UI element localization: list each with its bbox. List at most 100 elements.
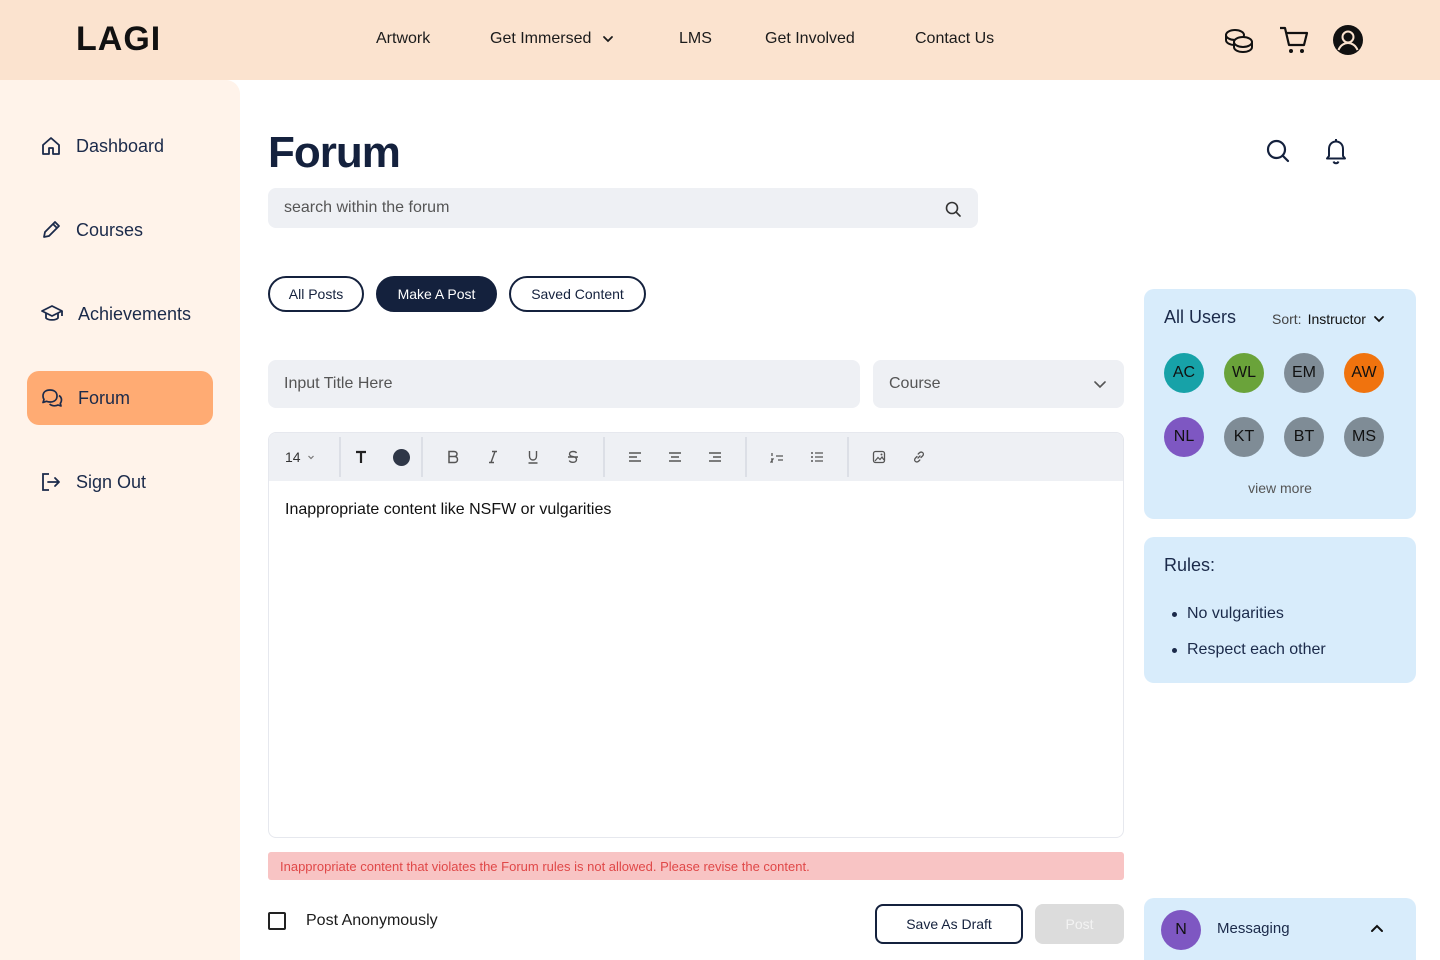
- avatar[interactable]: NL: [1164, 417, 1204, 457]
- forum-search-input[interactable]: [268, 188, 978, 228]
- post-button[interactable]: Post: [1035, 904, 1124, 944]
- pencil-icon: [43, 221, 60, 238]
- nav-get-involved[interactable]: Get Involved: [765, 30, 855, 48]
- course-select-value: Course: [889, 375, 941, 392]
- view-more-link[interactable]: view more: [1144, 480, 1416, 496]
- sidebar-item-label: Dashboard: [76, 135, 165, 156]
- bullet-list-icon: [811, 452, 823, 462]
- avatar: N: [1161, 910, 1201, 950]
- sidebar-item-achievements[interactable]: Achievements: [27, 287, 213, 341]
- avatar[interactable]: EM: [1284, 353, 1324, 393]
- bold-button[interactable]: [433, 433, 473, 481]
- all-users-title: All Users: [1164, 307, 1237, 327]
- search-icon[interactable]: [942, 198, 964, 220]
- align-right-icon: [709, 452, 721, 462]
- avatar[interactable]: MS: [1344, 417, 1384, 457]
- rules-title: Rules:: [1164, 555, 1216, 575]
- avatar[interactable]: AC: [1164, 353, 1204, 393]
- sidebar-item-label: Courses: [76, 219, 144, 240]
- chevron-down-icon: [1094, 381, 1106, 389]
- text-color-button[interactable]: [381, 433, 421, 481]
- avatar[interactable]: AW: [1344, 353, 1384, 393]
- italic-icon: [489, 450, 497, 464]
- underline-button[interactable]: [513, 433, 553, 481]
- avatar[interactable]: BT: [1284, 417, 1324, 457]
- editor-content[interactable]: Inappropriate content like NSFW or vulga…: [269, 481, 1123, 539]
- sidebar-item-forum[interactable]: Forum: [27, 371, 213, 425]
- align-right-button[interactable]: [695, 433, 735, 481]
- tab-make-a-post[interactable]: Make A Post: [376, 276, 497, 312]
- post-anonymously-checkbox[interactable]: [268, 912, 286, 930]
- sidebar-item-sign-out[interactable]: Sign Out: [27, 455, 213, 509]
- page-title: Forum: [268, 128, 401, 177]
- graduation-cap-icon: [41, 305, 63, 321]
- underline-icon: [528, 451, 538, 464]
- tab-all-posts[interactable]: All Posts: [268, 276, 364, 312]
- align-center-icon: [669, 452, 681, 462]
- insert-link-button[interactable]: [899, 433, 939, 481]
- nav-artwork-label: Artwork: [376, 30, 431, 47]
- align-center-button[interactable]: [655, 433, 695, 481]
- avatar[interactable]: WL: [1224, 353, 1264, 393]
- chat-icon: [42, 389, 63, 407]
- rule-item: No vulgarities: [1172, 605, 1284, 623]
- bullet-list-button[interactable]: [797, 433, 837, 481]
- messaging-label: Messaging: [1217, 920, 1290, 937]
- rule-text: No vulgarities: [1187, 605, 1284, 622]
- rules-panel: Rules: No vulgarities Respect each other: [1144, 537, 1416, 683]
- nav-get-immersed[interactable]: Get Immersed: [490, 30, 615, 48]
- link-icon: [913, 451, 925, 463]
- text-style-button[interactable]: [341, 433, 381, 481]
- all-users-panel: All Users Sort: Instructor AC WL EM AW NL KT B…: [1144, 289, 1416, 519]
- nav-get-immersed-label: Get Immersed: [490, 30, 592, 47]
- image-icon: [872, 450, 886, 464]
- ordered-list-icon: [770, 453, 783, 463]
- align-left-button[interactable]: [615, 433, 655, 481]
- italic-button[interactable]: [473, 433, 513, 481]
- top-header: LAGI Artwork Get Immersed LMS Get Involv…: [0, 0, 1440, 80]
- font-size-select[interactable]: 14: [285, 433, 339, 481]
- chevron-up-icon[interactable]: [1368, 920, 1386, 938]
- sidebar-item-label: Forum: [78, 387, 131, 408]
- post-title-input[interactable]: [268, 360, 860, 408]
- sidebar-item-label: Achievements: [78, 303, 192, 324]
- nav-contact-us[interactable]: Contact Us: [915, 30, 994, 48]
- ordered-list-button[interactable]: [757, 433, 797, 481]
- chevron-down-icon: [603, 36, 614, 43]
- toolbar-divider: [603, 437, 605, 477]
- tab-saved-content[interactable]: Saved Content: [509, 276, 646, 312]
- toolbar-divider: [745, 437, 747, 477]
- avatar[interactable]: KT: [1224, 417, 1264, 457]
- nav-artwork[interactable]: Artwork: [376, 30, 430, 48]
- sidebar: Dashboard Courses Achievements Forum Sig…: [0, 80, 240, 960]
- rule-text: Respect each other: [1187, 641, 1326, 658]
- save-draft-button[interactable]: Save As Draft: [875, 904, 1023, 944]
- insert-image-button[interactable]: [859, 433, 899, 481]
- messaging-widget[interactable]: N Messaging: [1144, 898, 1416, 960]
- sidebar-item-courses[interactable]: Courses: [27, 203, 213, 257]
- bold-icon: [448, 450, 459, 464]
- sort-dropdown[interactable]: Sort: Instructor: [1272, 311, 1386, 327]
- cart-icon[interactable]: [1276, 22, 1312, 58]
- align-left-icon: [629, 452, 641, 462]
- home-icon: [42, 137, 60, 155]
- sign-out-icon: [42, 473, 60, 491]
- bell-icon[interactable]: [1321, 136, 1351, 166]
- post-editor: 14 Inappropriate content like NSFW or vu…: [268, 432, 1124, 838]
- nav-lms[interactable]: LMS: [679, 30, 712, 48]
- course-select[interactable]: Course: [873, 360, 1124, 408]
- toolbar-divider: [421, 437, 423, 477]
- coins-icon[interactable]: [1221, 22, 1257, 58]
- account-icon[interactable]: [1330, 22, 1366, 58]
- search-icon[interactable]: [1263, 136, 1293, 166]
- nav-contact-us-label: Contact Us: [915, 30, 995, 47]
- strikethrough-button[interactable]: [553, 433, 593, 481]
- bullet-icon: [1172, 647, 1177, 653]
- logo[interactable]: LAGI: [76, 20, 161, 59]
- sidebar-item-dashboard[interactable]: Dashboard: [27, 119, 213, 173]
- sort-label: Sort:: [1272, 311, 1302, 327]
- font-size-value: 14: [285, 449, 301, 465]
- post-anonymously-label: Post Anonymously: [306, 912, 438, 929]
- chevron-down-icon: [1374, 316, 1384, 323]
- chevron-down-icon: [307, 455, 314, 460]
